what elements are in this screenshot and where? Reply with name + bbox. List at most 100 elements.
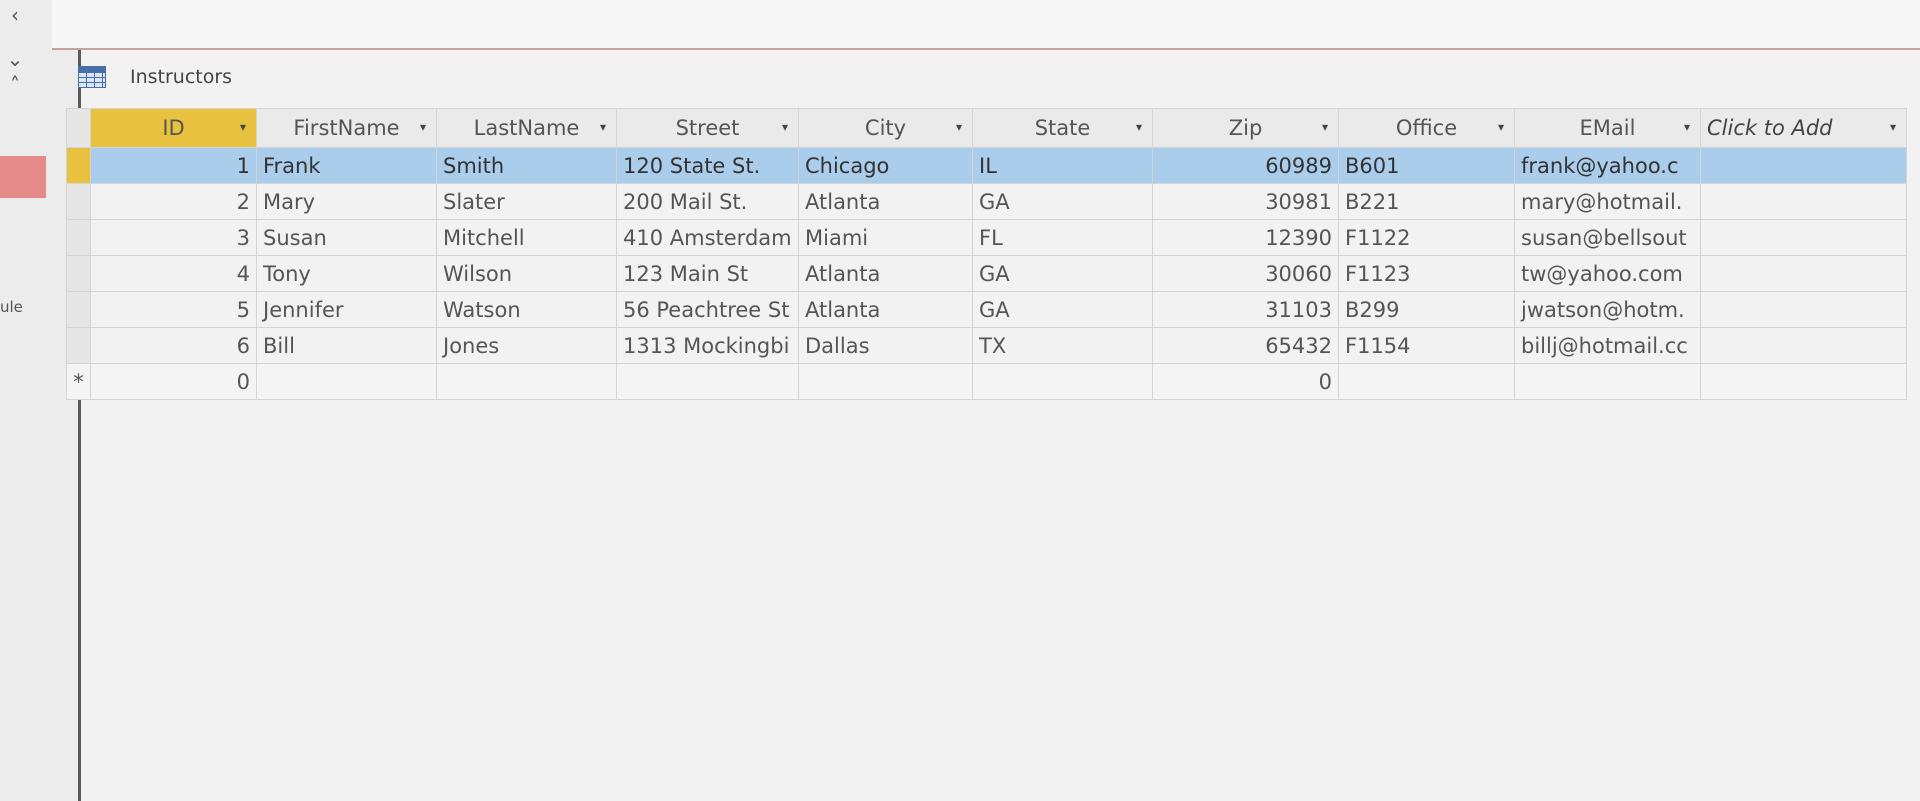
cell-email[interactable]: jwatson@hotm.	[1514, 291, 1701, 328]
record-selector[interactable]	[66, 183, 91, 220]
cell-zip[interactable]: 30981	[1152, 183, 1339, 220]
cell-state[interactable]: GA	[972, 291, 1153, 328]
cell-state[interactable]: GA	[972, 255, 1153, 292]
column-header-office[interactable]: Office ▾	[1338, 108, 1515, 148]
cell-id[interactable]: 3	[90, 219, 257, 256]
cell-state[interactable]: IL	[972, 147, 1153, 184]
sort-arrow-icon[interactable]: ▾	[1890, 120, 1896, 134]
table-row[interactable]: 1 Frank Smith 120 State St. Chicago IL 6…	[66, 147, 1907, 184]
cell-lastname[interactable]: Smith	[436, 147, 617, 184]
cell-firstname[interactable]: Frank	[256, 147, 437, 184]
cell-lastname[interactable]: Mitchell	[436, 219, 617, 256]
cell-lastname[interactable]: Jones	[436, 327, 617, 364]
cell-office[interactable]: B299	[1338, 291, 1515, 328]
selected-object-highlight[interactable]	[0, 156, 46, 198]
record-selector[interactable]	[66, 291, 91, 328]
column-header-city[interactable]: City ▾	[798, 108, 973, 148]
cell-city[interactable]: Miami	[798, 219, 973, 256]
cell-state[interactable]: GA	[972, 183, 1153, 220]
cell-id[interactable]: 2	[90, 183, 257, 220]
cell-lastname[interactable]: Wilson	[436, 255, 617, 292]
cell-id[interactable]: 6	[90, 327, 257, 364]
cell-street[interactable]: 200 Mail St.	[616, 183, 799, 220]
cell-id[interactable]: 1	[90, 147, 257, 184]
cell-city[interactable]: Chicago	[798, 147, 973, 184]
cell-add[interactable]	[1700, 183, 1907, 220]
table-row[interactable]: 4 Tony Wilson 123 Main St Atlanta GA 300…	[66, 255, 1907, 292]
table-row[interactable]: 5 Jennifer Watson 56 Peachtree St Atlant…	[66, 291, 1907, 328]
cell-city[interactable]	[798, 363, 973, 400]
sort-arrow-icon[interactable]: ▾	[1684, 120, 1690, 134]
cell-office[interactable]: B221	[1338, 183, 1515, 220]
sort-arrow-icon[interactable]: ▾	[420, 120, 426, 134]
cell-state[interactable]: TX	[972, 327, 1153, 364]
cell-lastname[interactable]	[436, 363, 617, 400]
chevron-up-icon[interactable]: ˄	[0, 70, 30, 100]
column-header-id[interactable]: ID ▾	[90, 108, 257, 148]
cell-firstname[interactable]: Susan	[256, 219, 437, 256]
cell-street[interactable]: 123 Main St	[616, 255, 799, 292]
cell-state[interactable]: FL	[972, 219, 1153, 256]
cell-add[interactable]	[1700, 219, 1907, 256]
back-chevron-icon[interactable]: ‹	[0, 0, 30, 30]
cell-zip[interactable]: 60989	[1152, 147, 1339, 184]
cell-firstname[interactable]: Mary	[256, 183, 437, 220]
cell-add[interactable]	[1700, 363, 1907, 400]
record-selector[interactable]	[66, 219, 91, 256]
cell-city[interactable]: Atlanta	[798, 255, 973, 292]
sort-arrow-icon[interactable]: ▾	[1322, 120, 1328, 134]
sort-arrow-icon[interactable]: ▾	[1136, 120, 1142, 134]
cell-city[interactable]: Dallas	[798, 327, 973, 364]
click-to-add-column[interactable]: Click to Add ▾	[1700, 108, 1907, 148]
sort-arrow-icon[interactable]: ▾	[956, 120, 962, 134]
record-selector[interactable]	[66, 327, 91, 364]
cell-email[interactable]: mary@hotmail.	[1514, 183, 1701, 220]
cell-office[interactable]: F1122	[1338, 219, 1515, 256]
cell-add[interactable]	[1700, 291, 1907, 328]
cell-street[interactable]: 1313 Mockingbi	[616, 327, 799, 364]
sort-arrow-icon[interactable]: ▾	[782, 120, 788, 134]
cell-zip[interactable]: 31103	[1152, 291, 1339, 328]
record-selector[interactable]	[66, 147, 91, 184]
cell-firstname[interactable]	[256, 363, 437, 400]
column-header-lastname[interactable]: LastName ▾	[436, 108, 617, 148]
cell-lastname[interactable]: Slater	[436, 183, 617, 220]
cell-id[interactable]: 0	[90, 363, 257, 400]
cell-firstname[interactable]: Jennifer	[256, 291, 437, 328]
cell-email[interactable]	[1514, 363, 1701, 400]
cell-office[interactable]: B601	[1338, 147, 1515, 184]
cell-city[interactable]: Atlanta	[798, 183, 973, 220]
cell-firstname[interactable]: Tony	[256, 255, 437, 292]
record-selector[interactable]	[66, 255, 91, 292]
sort-arrow-icon[interactable]: ▾	[240, 120, 246, 134]
sort-arrow-icon[interactable]: ▾	[600, 120, 606, 134]
column-header-firstname[interactable]: FirstName ▾	[256, 108, 437, 148]
cell-office[interactable]: F1123	[1338, 255, 1515, 292]
cell-id[interactable]: 5	[90, 291, 257, 328]
cell-add[interactable]	[1700, 147, 1907, 184]
cell-add[interactable]	[1700, 327, 1907, 364]
cell-lastname[interactable]: Watson	[436, 291, 617, 328]
column-header-zip[interactable]: Zip ▾	[1152, 108, 1339, 148]
column-header-email[interactable]: EMail ▾	[1514, 108, 1701, 148]
cell-email[interactable]: billj@hotmail.cc	[1514, 327, 1701, 364]
cell-email[interactable]: tw@yahoo.com	[1514, 255, 1701, 292]
table-row[interactable]: 3 Susan Mitchell 410 Amsterdam Miami FL …	[66, 219, 1907, 256]
cell-zip[interactable]: 30060	[1152, 255, 1339, 292]
cell-city[interactable]: Atlanta	[798, 291, 973, 328]
cell-office[interactable]	[1338, 363, 1515, 400]
document-tab[interactable]: Instructors	[78, 60, 232, 94]
cell-email[interactable]: susan@bellsout	[1514, 219, 1701, 256]
cell-firstname[interactable]: Bill	[256, 327, 437, 364]
select-all-cell[interactable]	[66, 108, 91, 148]
cell-zip[interactable]: 0	[1152, 363, 1339, 400]
cell-street[interactable]: 120 State St.	[616, 147, 799, 184]
cell-zip[interactable]: 12390	[1152, 219, 1339, 256]
cell-id[interactable]: 4	[90, 255, 257, 292]
cell-office[interactable]: F1154	[1338, 327, 1515, 364]
table-row[interactable]: 2 Mary Slater 200 Mail St. Atlanta GA 30…	[66, 183, 1907, 220]
cell-street[interactable]: 410 Amsterdam	[616, 219, 799, 256]
cell-state[interactable]	[972, 363, 1153, 400]
sort-arrow-icon[interactable]: ▾	[1498, 120, 1504, 134]
cell-street[interactable]: 56 Peachtree St	[616, 291, 799, 328]
